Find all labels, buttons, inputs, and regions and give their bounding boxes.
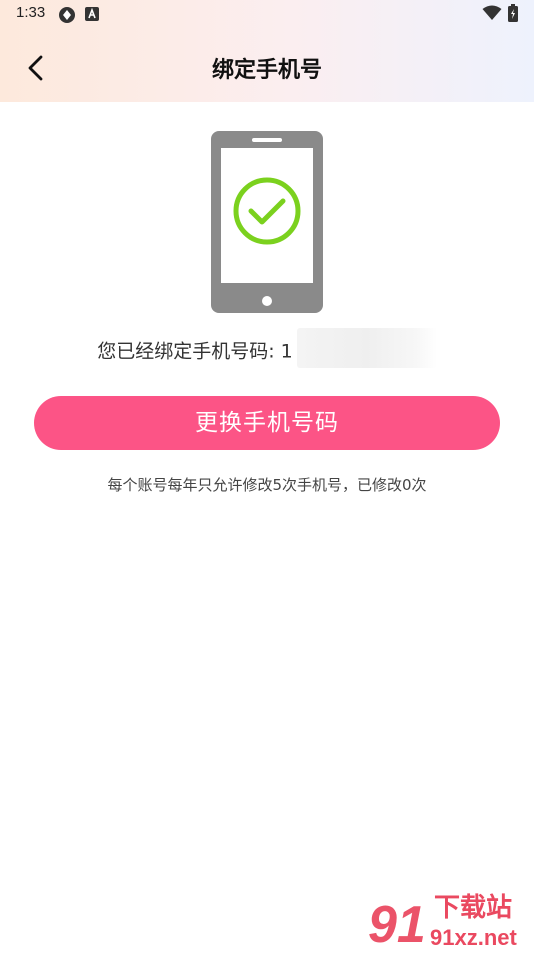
watermark-brand: 下载站 (434, 893, 512, 923)
battery-icon (508, 4, 518, 26)
site-watermark: 91 下载站 91xz.net (364, 890, 534, 954)
bound-phone-text: 您已经绑定手机号码: 1 (0, 328, 534, 368)
change-phone-button[interactable]: 更换手机号码 (34, 396, 500, 450)
navigation-bar: 绑定手机号 (0, 38, 534, 98)
page-title: 绑定手机号 (211, 58, 322, 83)
watermark-logo: 91 (368, 896, 426, 954)
a-notification-icon (84, 6, 100, 26)
status-bar: 1:33 (0, 0, 534, 28)
change-limit-note: 每个账号每年只允许修改5次手机号，已修改0次 (107, 476, 427, 494)
masked-phone-blur (296, 328, 437, 368)
bound-phone-number: 1 (280, 340, 293, 363)
svg-text:91: 91 (368, 896, 426, 950)
sync-status-icon (58, 6, 76, 28)
status-time: 1:33 (16, 4, 46, 21)
wifi-icon (482, 5, 502, 25)
phone-check-icon (211, 131, 323, 313)
watermark-domain: 91xz.net (430, 925, 517, 950)
bound-phone-label: 您已经绑定手机号码: (97, 340, 281, 363)
